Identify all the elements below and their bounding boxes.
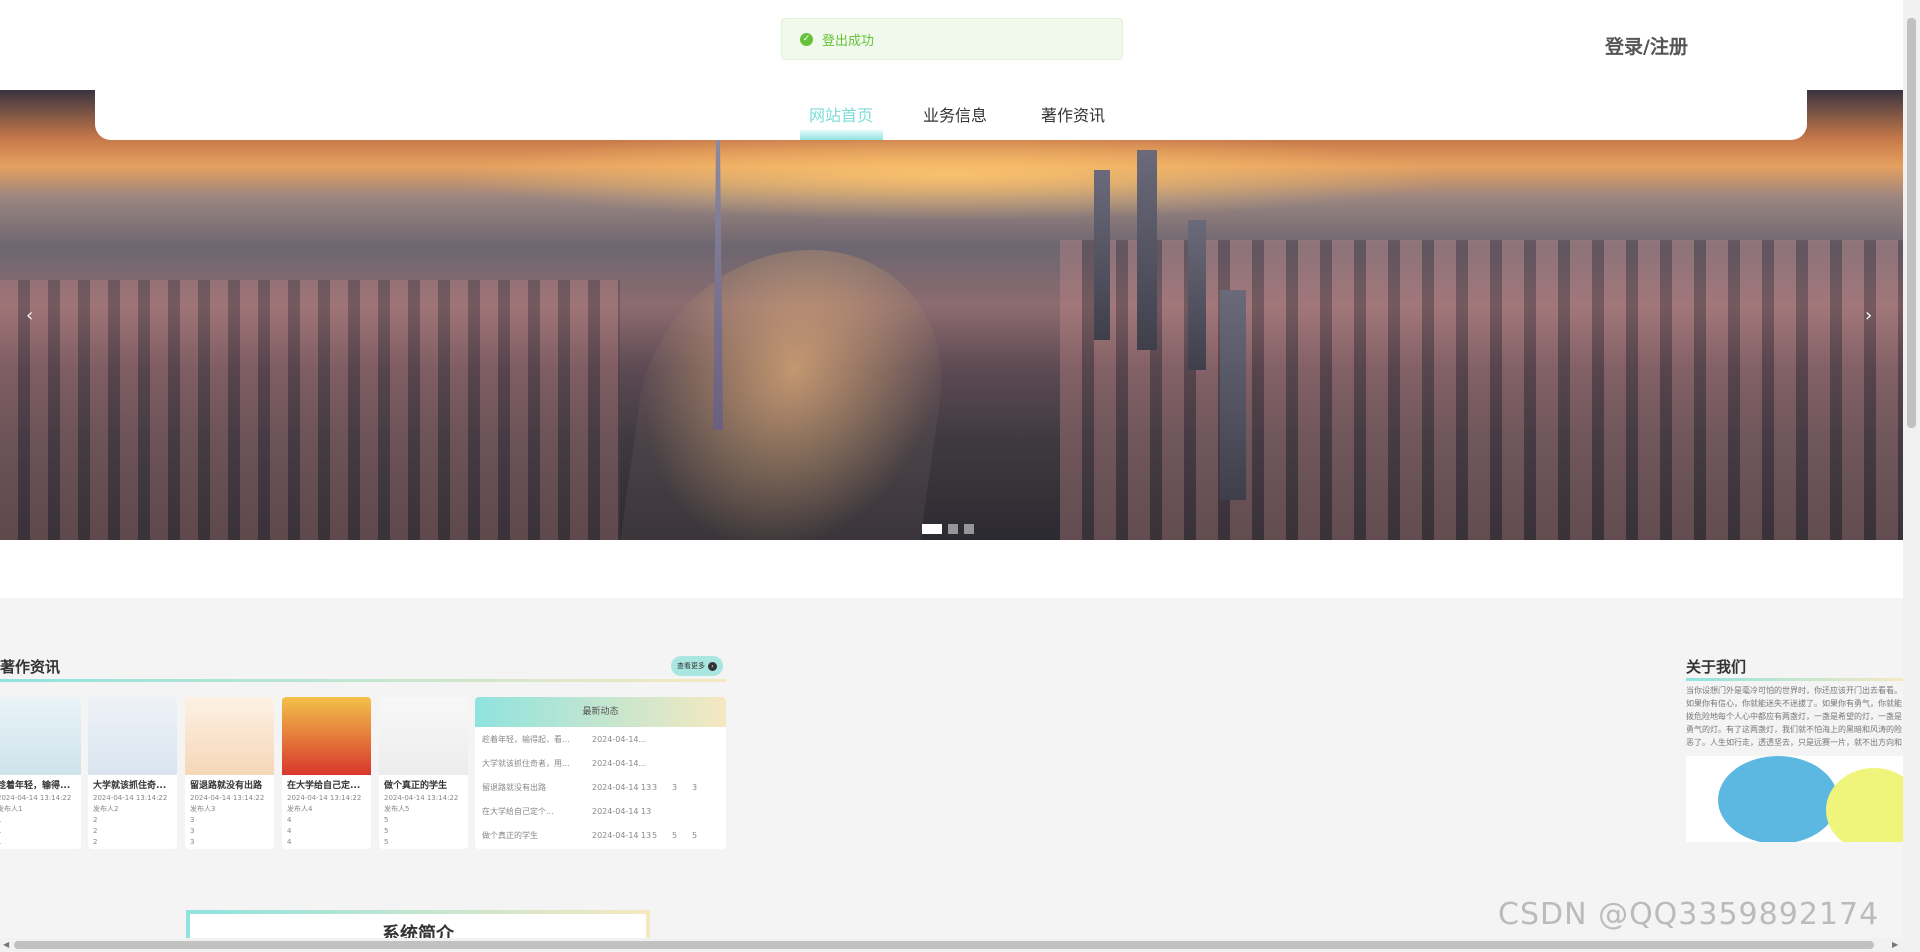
vertical-scrollbar[interactable] xyxy=(1903,0,1920,952)
scroll-right-arrow-icon[interactable]: ▶ xyxy=(1892,940,1898,949)
vertical-scroll-thumb[interactable] xyxy=(1907,18,1916,428)
carousel-next-arrow[interactable]: › xyxy=(1865,305,1872,326)
news-card[interactable]: 留退路就没有出路 2024-04-14 13:14:22 发布人3 3 3 3 xyxy=(185,697,274,849)
smiley-blue-icon xyxy=(1718,756,1838,842)
check-circle-icon: ✓ xyxy=(800,32,813,46)
horizontal-scroll-thumb[interactable] xyxy=(14,941,1874,949)
login-register-link[interactable]: 登录/注册 xyxy=(1605,32,1688,59)
logout-success-toast: ✓ 登出成功 xyxy=(781,18,1123,60)
latest-news-row[interactable]: 做个真正的学生 2024-04-14 13:14:22 5 5 5 xyxy=(475,823,726,847)
latest-news-row[interactable]: 在大学给自己定个... 2024-04-14 13:1... xyxy=(475,799,726,823)
carousel-indicators xyxy=(922,524,974,534)
card-image xyxy=(379,697,468,775)
carousel-dot[interactable] xyxy=(948,524,958,534)
arrow-right-icon: › xyxy=(708,661,717,671)
nav-item-home[interactable]: 网站首页 xyxy=(809,102,873,126)
latest-news-panel: 最新动态 趁着年轻，输得起，看... 2024-04-14... 大学就该抓住奇… xyxy=(475,697,726,849)
nav-item-business[interactable]: 业务信息 xyxy=(923,102,987,126)
card-image xyxy=(185,697,274,775)
about-image xyxy=(1686,756,1903,842)
smiley-yellow-icon xyxy=(1826,768,1903,842)
news-card[interactable]: 做个真正的学生 2024-04-14 13:14:22 发布人5 5 5 5 xyxy=(379,697,468,849)
nav-panel: 网站首页 业务信息 著作资讯 xyxy=(95,90,1807,140)
about-text: 当你设想门外是毫冷可怕的世界时，你还应该开门出去看看。如果你有信心，你就能迷失不… xyxy=(1686,686,1902,747)
nav-item-news[interactable]: 著作资讯 xyxy=(1041,102,1105,126)
news-card[interactable]: 在大学给自己定... 2024-04-14 13:14:22 发布人4 4 4 … xyxy=(282,697,371,849)
banner-carousel[interactable]: ‹ › xyxy=(0,90,1903,540)
nav-active-indicator xyxy=(800,130,883,140)
view-more-button[interactable]: 查看更多 › xyxy=(671,656,723,676)
card-image xyxy=(88,697,177,775)
latest-news-title: 最新动态 xyxy=(475,697,726,727)
card-image xyxy=(0,697,81,775)
latest-news-row[interactable]: 留退路就没有出路 2024-04-14 13:14:22 3 3 3 xyxy=(475,775,726,799)
carousel-dot[interactable] xyxy=(922,524,942,534)
news-card[interactable]: 趁着年轻，输得... 2024-04-14 13:14:22 发布人1 1 1 … xyxy=(0,697,81,849)
horizontal-scrollbar[interactable]: ◀ ▶ xyxy=(0,938,1903,952)
latest-news-row[interactable]: 大学就该抓住奇者，用... 2024-04-14... xyxy=(475,751,726,775)
carousel-dot[interactable] xyxy=(964,524,974,534)
toast-message: 登出成功 xyxy=(822,33,875,49)
about-section-title: 关于我们 xyxy=(1686,658,1747,676)
content-area: 著作资讯 查看更多 › 趁着年轻，输得... 2024-04-14 13:14:… xyxy=(0,598,1903,945)
latest-news-row[interactable]: 趁着年轻，输得起，看... 2024-04-14... xyxy=(475,727,726,751)
csdn-watermark: CSDN @QQ3359892174 xyxy=(1498,897,1880,932)
system-intro-box: 系统简介 xyxy=(186,910,650,945)
news-section-title: 著作资讯 xyxy=(0,658,61,676)
card-image xyxy=(282,697,371,775)
scroll-left-arrow-icon[interactable]: ◀ xyxy=(3,940,9,949)
news-card[interactable]: 大学就该抓住奇... 2024-04-14 13:14:22 发布人2 2 2 … xyxy=(88,697,177,849)
carousel-prev-arrow[interactable]: ‹ xyxy=(26,305,33,326)
